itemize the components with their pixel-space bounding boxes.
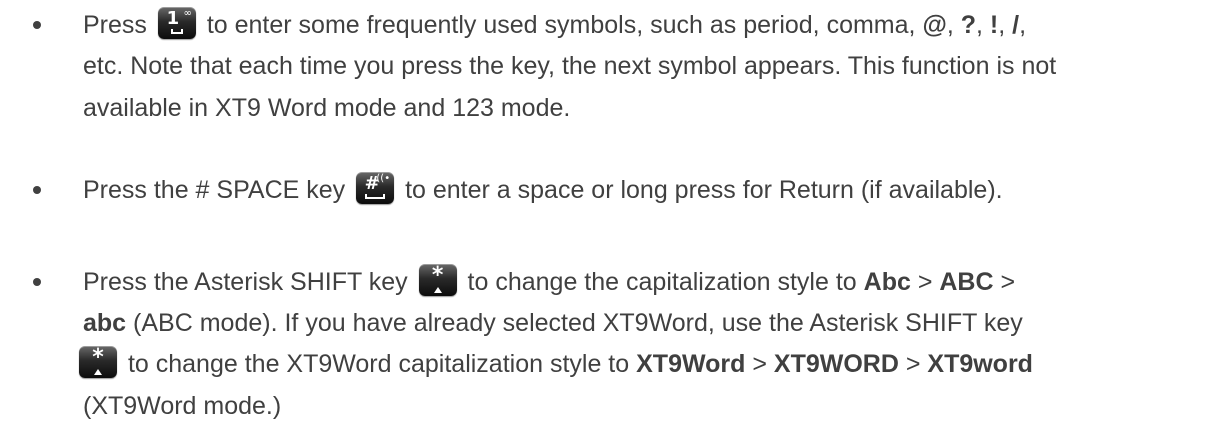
style-abc-upper: ABC bbox=[939, 268, 994, 296]
style-abc-lower: abc bbox=[83, 309, 127, 337]
symbol-exclamation: ! bbox=[989, 11, 999, 39]
style-abc-mixed: Abc bbox=[863, 268, 911, 296]
bullet-point bbox=[33, 278, 41, 286]
symbol-question: ? bbox=[960, 11, 977, 39]
text-line: * to change the XT9Word capitalization s… bbox=[79, 346, 1033, 381]
text-line: abc (ABC mode). If you have already sele… bbox=[83, 308, 1023, 338]
style-xt9word-lower: XT9word bbox=[927, 350, 1033, 378]
document-page: Press 1 ∞ to enter some frequently used … bbox=[0, 0, 1212, 447]
text-line: Press the Asterisk SHIFT key * to change… bbox=[83, 264, 1016, 299]
separator: > bbox=[745, 350, 774, 378]
text-segment: Press the # SPACE key bbox=[83, 176, 346, 204]
bullet-point bbox=[33, 21, 41, 29]
shift-arrow-icon bbox=[94, 369, 102, 376]
asterisk-shift-key-icon: * bbox=[418, 264, 457, 297]
style-xt9word-mixed: XT9Word bbox=[636, 350, 746, 378]
shift-arrow-icon bbox=[433, 287, 442, 294]
key-glyph: * bbox=[92, 346, 104, 371]
text-line: (XT9Word mode.) bbox=[83, 392, 282, 420]
symbol-at: @ bbox=[922, 11, 947, 39]
bullet-point bbox=[33, 186, 41, 194]
one-symbol-key-icon: 1 ∞ bbox=[157, 7, 196, 40]
separator: > bbox=[910, 268, 940, 296]
text-segment: to enter some frequently used symbols, s… bbox=[206, 11, 916, 39]
key-glyph: * bbox=[431, 264, 444, 289]
separator: > bbox=[898, 350, 928, 378]
text-segment: Press the Asterisk SHIFT key bbox=[83, 268, 408, 296]
text-line: etc. Note that each time you press the k… bbox=[83, 52, 1057, 80]
separator: , bbox=[1019, 11, 1027, 39]
text-segment: (ABC mode). If you have already selected… bbox=[133, 309, 1023, 337]
key-subglyph: ∞ bbox=[183, 8, 192, 20]
separator: , bbox=[976, 11, 990, 39]
asterisk-shift-key-icon: * bbox=[79, 346, 117, 379]
text-segment: to change the XT9Word capitalization sty… bbox=[127, 350, 630, 378]
pound-space-key-icon: # ((• bbox=[356, 172, 395, 205]
key-bar bbox=[365, 194, 386, 200]
text-segment: to enter a space or long press for Retur… bbox=[405, 176, 1003, 204]
text-segment: Press bbox=[83, 11, 147, 39]
text-line: available in XT9 Word mode and 123 mode. bbox=[83, 94, 571, 122]
separator: , bbox=[946, 11, 961, 39]
style-xt9word-upper: XT9WORD bbox=[773, 350, 899, 378]
text-line: Press 1 ∞ to enter some frequently used … bbox=[83, 7, 1027, 42]
key-subglyph: ((• bbox=[376, 173, 391, 185]
separator: , bbox=[998, 11, 1013, 39]
separator: > bbox=[993, 268, 1016, 296]
key-bar bbox=[170, 29, 183, 35]
text-segment: to change the capitalization style to bbox=[467, 268, 857, 296]
text-line: Press the # SPACE key # ((• to enter a s… bbox=[83, 172, 1003, 207]
